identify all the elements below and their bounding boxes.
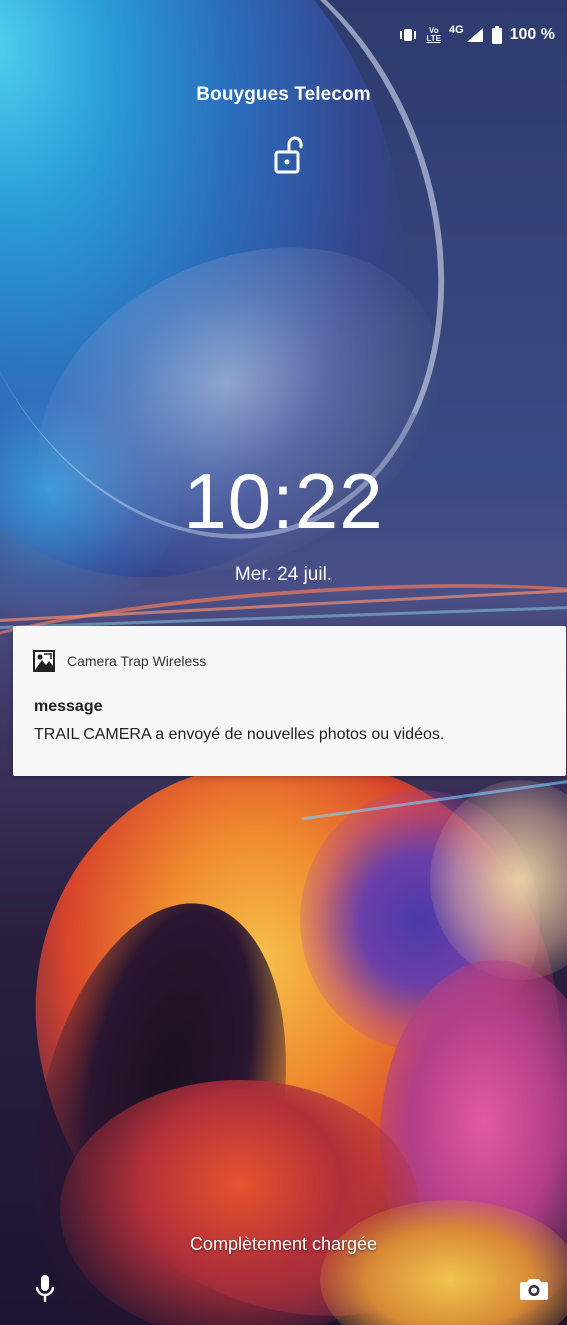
status-bar: Vo LTE 4G 100 % [398,22,555,48]
camera-trap-app-icon [33,650,55,672]
microphone-icon [34,1274,56,1309]
battery-icon [491,26,502,44]
signal-icon [466,27,484,43]
camera-icon [520,1277,548,1306]
network-type-label: 4G [448,24,464,36]
charging-status: Complètement chargée [189,1234,378,1254]
lockscreen-date: Mer. 24 juil. [234,564,333,585]
volte-icon: Vo LTE [426,27,441,43]
notification-header: Camera Trap Wireless [33,650,206,672]
notification-app-name: Camera Trap Wireless [67,653,207,669]
notification-card[interactable]: Camera Trap Wireless message TRAIL CAMER… [13,626,566,776]
volte-label-bottom: LTE [426,34,441,43]
notification-text: TRAIL CAMERA a envoyé de nouvelles photo… [34,726,445,743]
lock-screen: Vo LTE 4G 100 % Bouygues Telecom 10:22 M… [0,0,567,1325]
carrier-name: Bouygues Telecom [196,84,371,105]
notification-title: message [34,698,103,715]
camera-shortcut-button[interactable] [518,1276,550,1306]
voice-assist-button[interactable] [30,1274,60,1308]
lockscreen-clock: 10:22 [183,457,384,545]
vibrate-icon [398,27,418,43]
unlocked-padlock-icon[interactable] [271,136,307,176]
battery-percent: 100 % [509,26,555,43]
